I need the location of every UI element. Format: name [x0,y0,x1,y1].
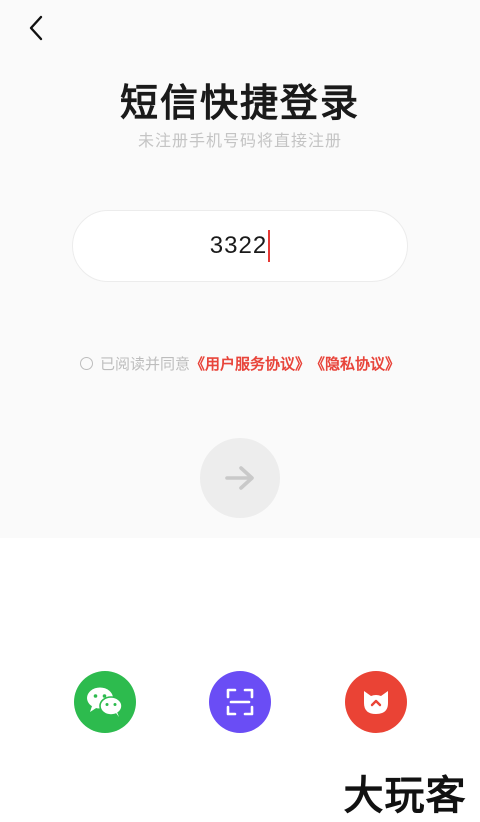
user-service-link[interactable]: 《用户服务协议》 [190,353,310,374]
back-button[interactable] [22,14,50,42]
wechat-icon [87,687,123,717]
page-subtitle: 未注册手机号码将直接注册 [137,131,342,150]
scan-icon [226,688,254,716]
submit-button[interactable] [200,438,280,518]
privacy-link[interactable]: 《隐私协议》 [310,353,400,374]
scan-login-button[interactable] [209,671,271,733]
agreement-row: 已阅读并同意 《用户服务协议》 《隐私协议》 [0,353,480,374]
watermark-logo: 大玩客 [343,773,467,819]
phone-input[interactable]: 3322 [72,210,408,282]
text-caret [268,230,271,262]
arrow-right-icon [225,466,254,490]
chevron-left-icon [29,15,43,41]
cat-face-icon [364,691,388,714]
brand-login-button[interactable] [345,671,407,733]
phone-input-value: 3322 [209,232,268,259]
agreement-prefix: 已阅读并同意 [99,355,190,373]
page-title: 短信快捷登录 [119,81,360,125]
agreement-radio[interactable] [79,357,93,370]
wechat-login-button[interactable] [74,671,136,733]
